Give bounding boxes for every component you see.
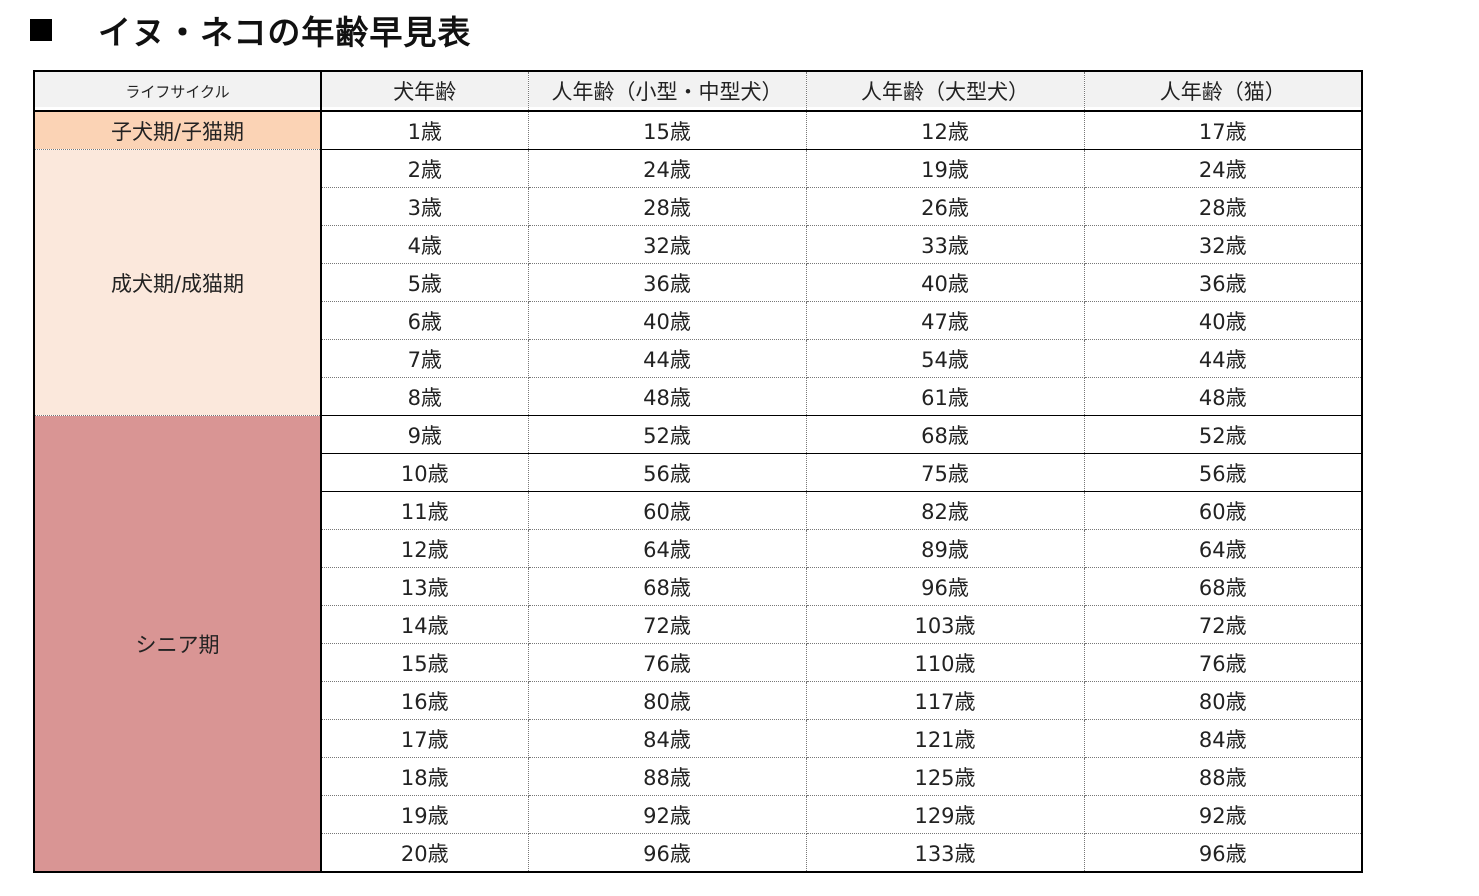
dog-age-cell: 16歳: [320, 681, 529, 720]
dog-age-cell: 17歳: [320, 719, 529, 758]
cat-age-cell: 17歳: [1083, 110, 1363, 150]
square-bullet-icon: [30, 19, 52, 41]
large-age-cell: 75歳: [805, 453, 1085, 492]
dog-age-cell: 15歳: [320, 643, 529, 682]
dog-age-cell: 20歳: [320, 833, 529, 873]
small-age-cell: 68歳: [527, 567, 807, 606]
cat-age-cell: 44歳: [1083, 339, 1363, 378]
cat-age-cell: 48歳: [1083, 377, 1363, 416]
large-age-cell: 26歳: [805, 187, 1085, 226]
dog-age-cell: 6歳: [320, 301, 529, 340]
cat-age-cell: 52歳: [1083, 415, 1363, 454]
large-age-cell: 96歳: [805, 567, 1085, 606]
cat-age-cell: 40歳: [1083, 301, 1363, 340]
dog-age-cell: 19歳: [320, 795, 529, 834]
large-age-cell: 117歳: [805, 681, 1085, 720]
table-row: 成犬期/成猫期 2歳 24歳 19歳 24歳: [33, 149, 1363, 416]
cat-age-cell: 28歳: [1083, 187, 1363, 226]
small-age-cell: 60歳: [527, 491, 807, 530]
header-lifecycle: ライフサイクル: [33, 71, 322, 112]
small-age-cell: 56歳: [527, 453, 807, 492]
small-age-cell: 52歳: [527, 415, 807, 454]
page-title: イヌ・ネコの年齢早見表: [30, 8, 471, 52]
dog-age-cell: 8歳: [320, 377, 529, 416]
cat-age-cell: 80歳: [1083, 681, 1363, 720]
table-header-row: ライフサイクル 犬年齢 人年齢（小型・中型犬） 人年齢（大型犬） 人年齢（猫）: [33, 71, 1363, 112]
large-age-cell: 89歳: [805, 529, 1085, 568]
age-conversion-table: ライフサイクル 犬年齢 人年齢（小型・中型犬） 人年齢（大型犬） 人年齢（猫） …: [33, 70, 1363, 873]
small-age-cell: 36歳: [527, 263, 807, 302]
small-age-cell: 72歳: [527, 605, 807, 644]
dog-age-cell: 4歳: [320, 225, 529, 264]
small-age-cell: 40歳: [527, 301, 807, 340]
header-dog-age: 犬年齢: [320, 71, 529, 112]
cat-age-cell: 68歳: [1083, 567, 1363, 606]
header-human-cat: 人年齢（猫）: [1083, 71, 1363, 112]
large-age-cell: 82歳: [805, 491, 1085, 530]
dog-age-cell: 5歳: [320, 263, 529, 302]
dog-age-cell: 13歳: [320, 567, 529, 606]
dog-age-cell: 9歳: [320, 415, 529, 454]
cat-age-cell: 32歳: [1083, 225, 1363, 264]
small-age-cell: 24歳: [527, 149, 807, 188]
large-age-cell: 61歳: [805, 377, 1085, 416]
small-age-cell: 80歳: [527, 681, 807, 720]
table-row: 子犬期/子猫期 1歳 15歳 12歳 17歳: [33, 110, 1363, 150]
large-age-cell: 47歳: [805, 301, 1085, 340]
cat-age-cell: 92歳: [1083, 795, 1363, 834]
small-age-cell: 28歳: [527, 187, 807, 226]
large-age-cell: 19歳: [805, 149, 1085, 188]
cat-age-cell: 24歳: [1083, 149, 1363, 188]
small-age-cell: 88歳: [527, 757, 807, 796]
page-title-text: イヌ・ネコの年齢早見表: [98, 13, 472, 52]
lifecycle-stage-cell: シニア期: [33, 415, 322, 873]
cat-age-cell: 72歳: [1083, 605, 1363, 644]
large-age-cell: 125歳: [805, 757, 1085, 796]
header-human-small-medium: 人年齢（小型・中型犬）: [527, 71, 807, 112]
large-age-cell: 103歳: [805, 605, 1085, 644]
header-human-large: 人年齢（大型犬）: [805, 71, 1085, 112]
dog-age-cell: 2歳: [320, 149, 529, 188]
large-age-cell: 40歳: [805, 263, 1085, 302]
large-age-cell: 54歳: [805, 339, 1085, 378]
dog-age-cell: 3歳: [320, 187, 529, 226]
dog-age-cell: 18歳: [320, 757, 529, 796]
small-age-cell: 64歳: [527, 529, 807, 568]
dog-age-cell: 12歳: [320, 529, 529, 568]
cat-age-cell: 96歳: [1083, 833, 1363, 873]
dog-age-cell: 14歳: [320, 605, 529, 644]
cat-age-cell: 36歳: [1083, 263, 1363, 302]
large-age-cell: 133歳: [805, 833, 1085, 873]
large-age-cell: 68歳: [805, 415, 1085, 454]
large-age-cell: 110歳: [805, 643, 1085, 682]
dog-age-cell: 1歳: [320, 110, 529, 150]
cat-age-cell: 84歳: [1083, 719, 1363, 758]
lifecycle-stage-cell: 子犬期/子猫期: [33, 110, 322, 150]
small-age-cell: 84歳: [527, 719, 807, 758]
table-body: 子犬期/子猫期 1歳 15歳 12歳 17歳 成犬期/成猫期 2歳 24歳 19歳 24歳 3歳 28…: [33, 110, 1363, 873]
small-age-cell: 92歳: [527, 795, 807, 834]
dog-age-cell: 11歳: [320, 491, 529, 530]
dog-age-cell: 7歳: [320, 339, 529, 378]
large-age-cell: 12歳: [805, 110, 1085, 150]
cat-age-cell: 76歳: [1083, 643, 1363, 682]
large-age-cell: 33歳: [805, 225, 1085, 264]
small-age-cell: 44歳: [527, 339, 807, 378]
cat-age-cell: 88歳: [1083, 757, 1363, 796]
small-age-cell: 15歳: [527, 110, 807, 150]
cat-age-cell: 56歳: [1083, 453, 1363, 492]
cat-age-cell: 60歳: [1083, 491, 1363, 530]
large-age-cell: 129歳: [805, 795, 1085, 834]
table-row: シニア期 9歳 52歳 68歳 52歳: [33, 415, 1363, 873]
dog-age-cell: 10歳: [320, 453, 529, 492]
large-age-cell: 121歳: [805, 719, 1085, 758]
cat-age-cell: 64歳: [1083, 529, 1363, 568]
lifecycle-stage-cell: 成犬期/成猫期: [33, 149, 322, 416]
small-age-cell: 96歳: [527, 833, 807, 873]
small-age-cell: 76歳: [527, 643, 807, 682]
small-age-cell: 48歳: [527, 377, 807, 416]
small-age-cell: 32歳: [527, 225, 807, 264]
